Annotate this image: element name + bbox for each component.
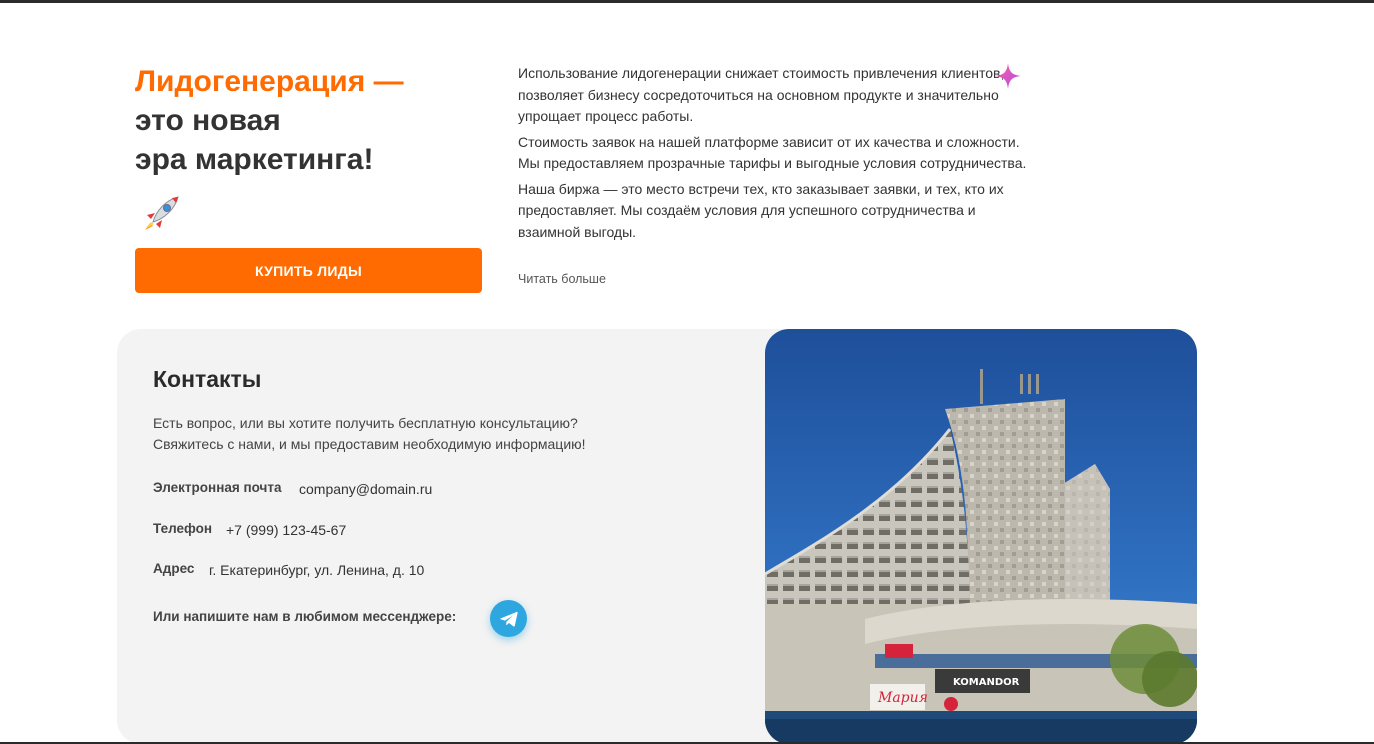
hero-title-line3: эра маркетинга! [135,143,374,176]
email-label: Электронная почта [153,480,282,495]
telegram-icon [499,611,518,627]
contacts-description-line1: Есть вопрос, или вы хотите получить бесп… [153,415,578,431]
messenger-label: Или напишите нам в любимом мессенджере: [153,609,457,624]
building-photo: Мария KOMANDOR [765,329,1197,744]
address-value: г. Екатеринбург, ул. Ленина, д. 10 [209,562,425,578]
hero-title: Лидогенерация — это новая эра маркетинга… [135,62,495,179]
hero-description: Использование лидогенерации снижает стои… [518,63,1030,247]
hero-title-accent: Лидогенерация — [135,65,404,98]
sparkle-icon [994,62,1022,90]
contacts-description: Есть вопрос, или вы хотите получить бесп… [153,413,633,455]
contacts-title: Контакты [153,366,262,392]
email-value[interactable]: company@domain.ru [299,481,432,497]
phone-value[interactable]: +7 (999) 123-45-67 [226,522,346,538]
hero-title-line2: это новая [135,104,281,137]
top-border [0,0,1374,3]
hero-paragraph-3: Наша биржа — это место встречи тех, кто … [518,180,1004,240]
buy-leads-button[interactable]: КУПИТЬ ЛИДЫ [135,248,482,293]
hero-paragraph-1: Использование лидогенерации снижает стои… [518,65,1005,124]
contacts-description-line2: Свяжитесь с нами, и мы предоставим необх… [153,436,586,452]
photo-sign-komandor: KOMANDOR [953,677,1020,688]
address-label: Адрес [153,561,195,576]
photo-sign-maria: Мария [877,690,928,706]
telegram-button[interactable] [490,600,527,637]
read-more-link[interactable]: Читать больше [518,272,606,286]
phone-label: Телефон [153,521,213,536]
rocket-icon [142,193,182,233]
hero-paragraph-2: Стоимость заявок на нашей платформе зави… [518,133,1027,172]
